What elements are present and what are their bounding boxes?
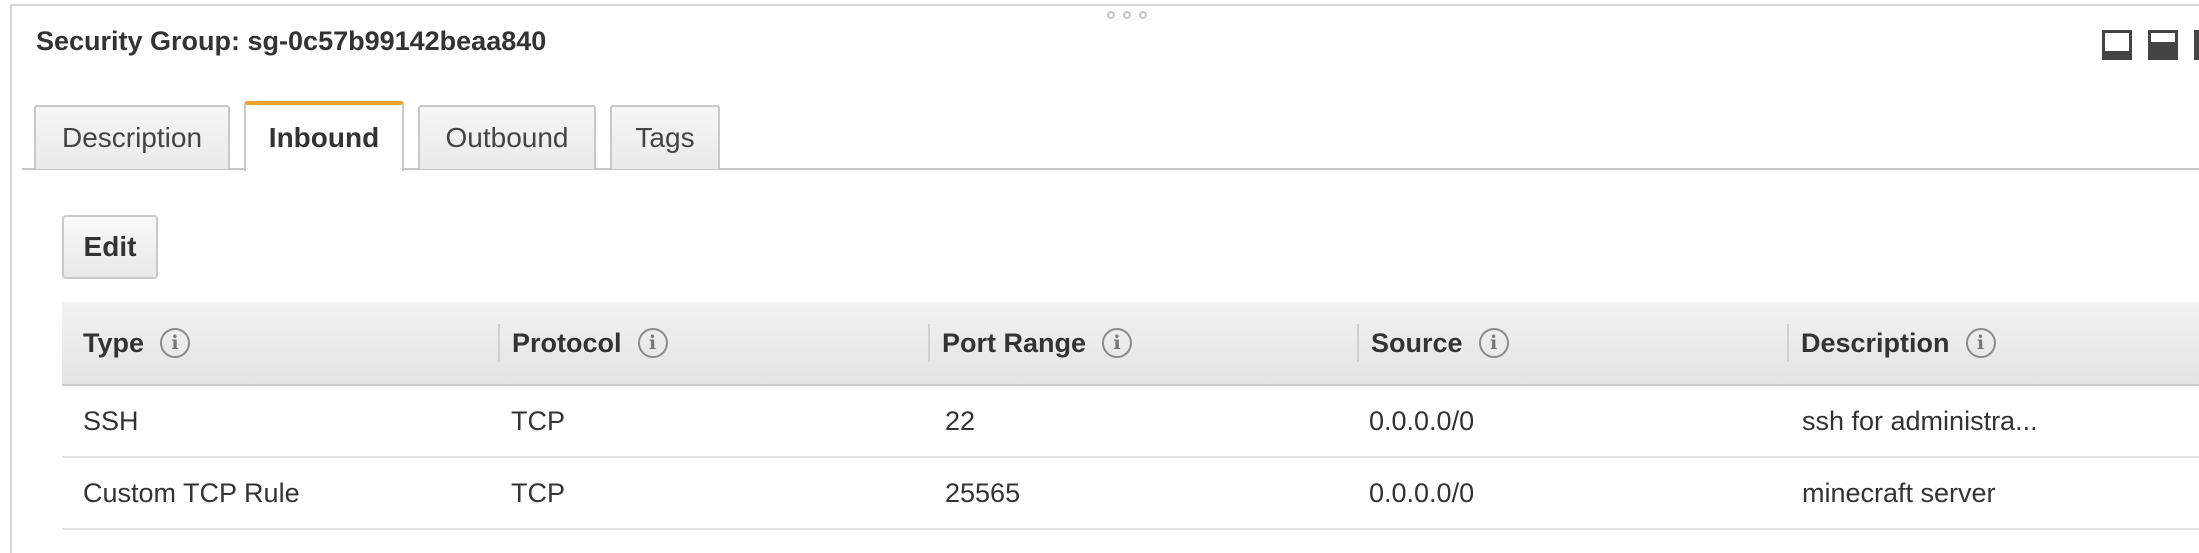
cell-port-range: 25565 [945, 477, 1021, 508]
panel-bottom-icon[interactable] [2102, 30, 2132, 60]
tab-description[interactable]: Description [34, 105, 230, 169]
column-header-label: Port Range [942, 327, 1087, 358]
panel-title: Security Group: sg-0c57b99142beaa840 [36, 26, 547, 56]
column-header-label: Description [1801, 327, 1950, 358]
column-divider[interactable] [1787, 324, 1789, 362]
table-header: Type i Protocol i Port Range i Source i … [62, 302, 2199, 386]
layout-controls [2102, 30, 2199, 60]
panel-left-border [10, 4, 12, 553]
drag-handle-icon[interactable] [1107, 11, 1147, 19]
cell-protocol: TCP [511, 405, 565, 436]
column-header-type[interactable]: Type i [83, 302, 191, 384]
tab-tags[interactable]: Tags [610, 105, 720, 169]
info-icon[interactable]: i [1965, 328, 1996, 358]
inbound-rules-table: Type i Protocol i Port Range i Source i … [62, 302, 2199, 530]
cell-description: ssh for administra... [1802, 405, 2038, 436]
cell-protocol: TCP [511, 477, 565, 508]
cell-source: 0.0.0.0/0 [1369, 477, 1475, 508]
column-divider[interactable] [928, 324, 930, 362]
column-header-source[interactable]: Source i [1371, 302, 1509, 384]
tab-inbound[interactable]: Inbound [244, 101, 404, 171]
column-header-port-range[interactable]: Port Range i [942, 302, 1133, 384]
column-header-label: Source [1371, 327, 1463, 358]
panel-top-border [10, 4, 2199, 6]
cell-description: minecraft server [1802, 477, 1996, 508]
tab-bar: Description Inbound Outbound Tags [34, 101, 734, 171]
table-row[interactable]: Custom TCP Rule TCP 25565 0.0.0.0/0 mine… [62, 458, 2199, 530]
column-header-label: Protocol [512, 327, 622, 358]
cell-source: 0.0.0.0/0 [1369, 405, 1475, 436]
column-header-description[interactable]: Description i [1801, 302, 1996, 384]
panel-side-icon[interactable] [2194, 30, 2199, 60]
cell-type: Custom TCP Rule [83, 477, 300, 508]
panel-split-icon[interactable] [2148, 30, 2178, 60]
cell-type: SSH [83, 405, 139, 436]
info-icon[interactable]: i [1478, 328, 1509, 358]
table-row[interactable]: SSH TCP 22 0.0.0.0/0 ssh for administra.… [62, 386, 2199, 458]
column-header-label: Type [83, 327, 145, 358]
column-header-protocol[interactable]: Protocol i [512, 302, 668, 384]
tab-outbound[interactable]: Outbound [418, 105, 596, 169]
security-group-panel: Security Group: sg-0c57b99142beaa840 Des… [0, 0, 2199, 553]
edit-button[interactable]: Edit [62, 215, 158, 279]
info-icon[interactable]: i [160, 328, 191, 358]
cell-port-range: 22 [945, 405, 976, 436]
column-divider[interactable] [498, 324, 500, 362]
column-divider[interactable] [1357, 324, 1359, 362]
info-icon[interactable]: i [637, 328, 668, 358]
info-icon[interactable]: i [1102, 328, 1133, 358]
